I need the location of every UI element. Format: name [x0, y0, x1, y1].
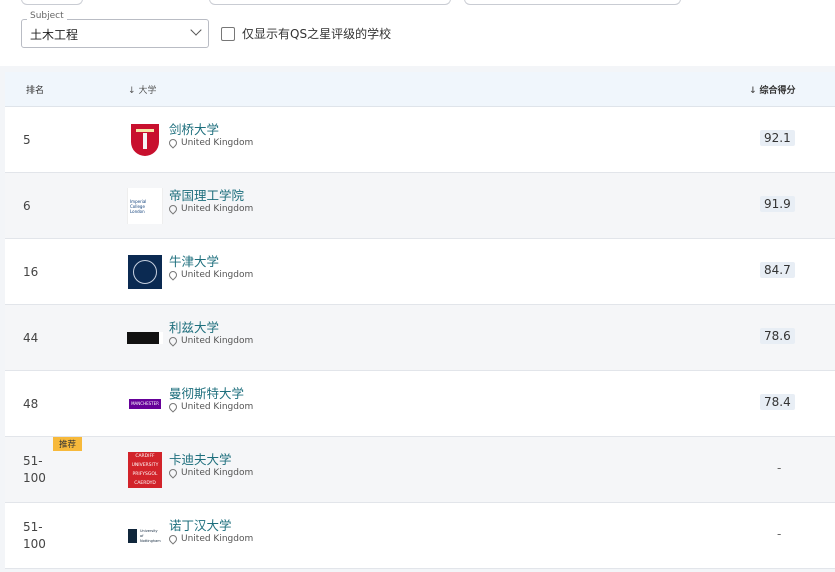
qs-stars-checkbox[interactable] — [221, 26, 235, 41]
rank-value: 5 — [23, 132, 31, 147]
rank-line: 51- — [23, 453, 43, 468]
imperial-logo-icon: Imperial College London — [127, 188, 163, 224]
subject-select[interactable]: Subject 土木工程 — [21, 11, 209, 48]
oxford-crest-icon — [127, 254, 163, 290]
location-text: United Kingdom — [181, 468, 254, 478]
university-location: United Kingdom — [167, 401, 254, 413]
overall-score: - — [777, 527, 782, 541]
location-pin-icon — [167, 137, 179, 149]
cardiff-logo-icon: CARDIFF UNIVERSITY PRIFYSGOL CAERDYD — [127, 452, 163, 488]
subject-value: 土木工程 — [30, 28, 79, 42]
university-name-link[interactable]: 剑桥大学 — [169, 119, 219, 138]
table-header: 排名 ↓ 大学 ↓ 综合得分 — [5, 72, 835, 107]
rank-value: 48 — [23, 396, 39, 411]
location-pin-icon — [167, 533, 179, 545]
rank-value: 6 — [23, 198, 31, 213]
top-control-stub[interactable] — [21, 0, 83, 5]
overall-score: - — [777, 461, 782, 475]
university-location: United Kingdom — [167, 335, 254, 347]
location-pin-icon — [167, 203, 179, 215]
overall-score: 91.9 — [760, 196, 795, 212]
leeds-logo-icon — [127, 320, 163, 356]
overall-score: 92.1 — [760, 130, 795, 146]
cardiff-logo-text: CAERDYD — [134, 481, 156, 486]
table-row[interactable]: 6 Imperial College London 帝国理工学院 United K… — [5, 173, 835, 239]
university-name-link[interactable]: 利兹大学 — [169, 317, 219, 336]
ranking-table: 排名 ↓ 大学 ↓ 综合得分 5 剑桥大学 United Kingdom 92.1 … — [0, 66, 835, 572]
university-location: United Kingdom — [167, 203, 254, 215]
university-name-link[interactable]: 帝国理工学院 — [169, 185, 244, 204]
location-text: United Kingdom — [181, 534, 254, 544]
overall-score: 78.6 — [760, 328, 795, 344]
table-row[interactable]: 推荐 51- 100 CARDIFF UNIVERSITY PRIFYSGOL CAER… — [5, 437, 835, 503]
rank-value: 51- 100 — [23, 437, 63, 502]
rank-line: 51- — [23, 519, 43, 534]
sort-arrow-icon: ↓ — [749, 86, 757, 96]
header-rank[interactable]: 排名 — [26, 83, 44, 96]
table-row[interactable]: 16 牛津大学 United Kingdom 84.7 — [5, 239, 835, 305]
top-control-stub[interactable] — [209, 0, 451, 5]
table-row[interactable]: 51- 100 University of Nottingham 诺丁汉大学 Uni… — [5, 503, 835, 569]
rank-line: 100 — [23, 536, 46, 551]
subject-label: Subject — [27, 11, 67, 21]
manchester-logo-text: MANCHESTER — [129, 399, 161, 409]
header-score[interactable]: ↓ 综合得分 — [749, 83, 796, 96]
nottingham-logo-text: Nottingham — [139, 538, 161, 543]
header-university[interactable]: ↓ 大学 — [128, 83, 157, 96]
table-row[interactable]: 48 MANCHESTER 曼彻斯特大学 United Kingdom 78.4 — [5, 371, 835, 437]
location-text: United Kingdom — [181, 204, 254, 214]
university-name-link[interactable]: 曼彻斯特大学 — [169, 383, 244, 402]
cambridge-crest-icon — [127, 122, 163, 158]
table-row[interactable]: 44 利兹大学 United Kingdom 78.6 — [5, 305, 835, 371]
sort-arrow-icon: ↓ — [128, 86, 136, 96]
top-control-stub[interactable] — [464, 0, 681, 5]
location-pin-icon — [167, 269, 179, 281]
header-university-label: 大学 — [138, 86, 157, 96]
overall-score: 78.4 — [760, 394, 795, 410]
chevron-down-icon — [190, 24, 202, 36]
rank-line: 100 — [23, 470, 46, 485]
cardiff-logo-text: CARDIFF — [135, 454, 155, 459]
location-text: United Kingdom — [181, 402, 254, 412]
location-pin-icon — [167, 467, 179, 479]
location-text: United Kingdom — [181, 336, 254, 346]
cardiff-logo-text: UNIVERSITY — [131, 463, 159, 468]
location-text: United Kingdom — [181, 270, 254, 280]
qs-stars-filter[interactable]: 仅显示有QS之星评级的学校 — [221, 25, 391, 42]
rank-value: 51- 100 — [23, 503, 63, 568]
nottingham-logo-text: University of — [139, 528, 158, 538]
qs-stars-filter-label: 仅显示有QS之星评级的学校 — [242, 27, 392, 41]
nottingham-logo-icon: University of Nottingham — [127, 518, 163, 554]
cardiff-logo-text: PRIFYSGOL — [132, 472, 158, 477]
rank-value: 16 — [23, 264, 39, 279]
university-name-link[interactable]: 诺丁汉大学 — [169, 515, 232, 534]
imperial-logo-text: London — [130, 208, 145, 214]
university-name-link[interactable]: 牛津大学 — [169, 251, 219, 270]
imperial-logo-text: Imperial College — [130, 198, 147, 209]
university-location: United Kingdom — [167, 533, 254, 545]
university-location: United Kingdom — [167, 467, 254, 479]
university-name-link[interactable]: 卡迪夫大学 — [169, 449, 232, 468]
overall-score: 84.7 — [760, 262, 795, 278]
table-row[interactable]: 5 剑桥大学 United Kingdom 92.1 — [5, 107, 835, 173]
university-location: United Kingdom — [167, 137, 254, 149]
manchester-logo-icon: MANCHESTER — [127, 386, 163, 422]
rank-value: 44 — [23, 330, 39, 345]
location-text: United Kingdom — [181, 138, 254, 148]
header-score-label: 综合得分 — [759, 86, 796, 96]
location-pin-icon — [167, 335, 179, 347]
location-pin-icon — [167, 401, 179, 413]
university-location: United Kingdom — [167, 269, 254, 281]
